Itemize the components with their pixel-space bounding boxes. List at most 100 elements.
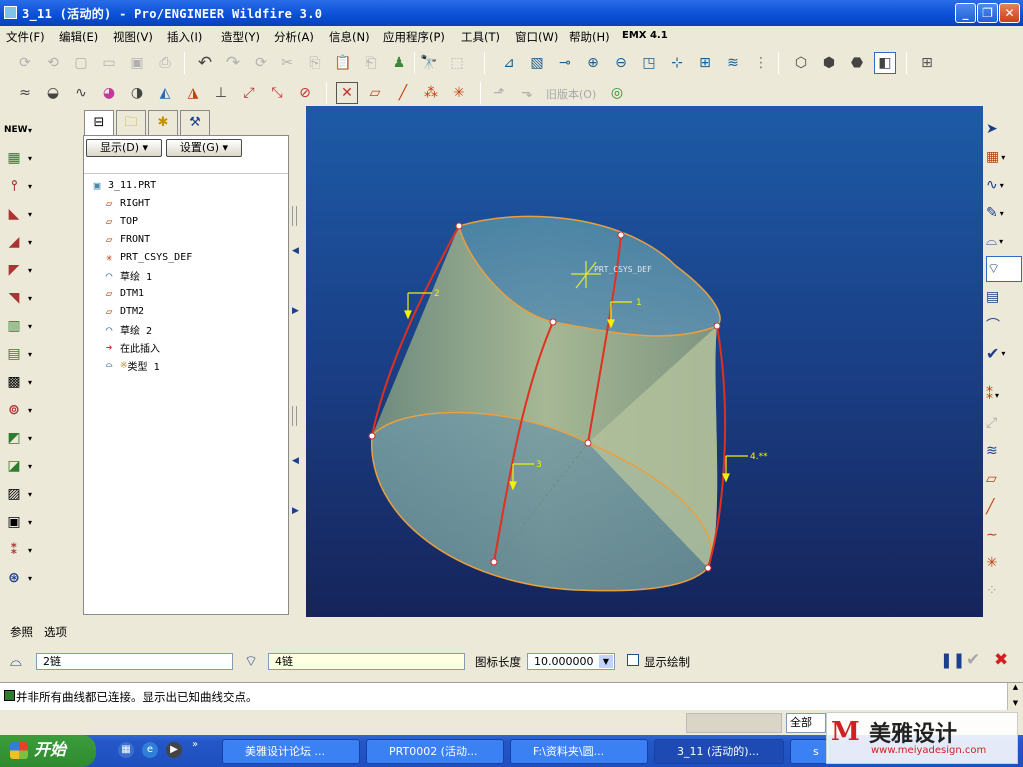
icon-length-input[interactable]: 10.000000 ▼ xyxy=(527,653,615,670)
point-tool-button[interactable]: ⁑ ▾ xyxy=(986,382,1022,408)
help-context-icon[interactable]: ◎ xyxy=(606,82,628,104)
sketch-tool-button[interactable]: ✎ ▾ xyxy=(986,200,1022,226)
repeat-icon[interactable]: ⟳ xyxy=(250,52,272,74)
datum-display-icon[interactable]: ⊞ xyxy=(916,52,938,74)
model-canvas[interactable]: PRT_CSYS_DEF 2 1 3 4.** xyxy=(306,106,983,617)
menu-insert[interactable]: 插入(I) xyxy=(167,29,202,45)
revolve-legacy-icon[interactable]: ⬎ xyxy=(516,82,538,104)
regen-manager-icon[interactable]: ⟲ xyxy=(42,52,64,74)
layers-icon[interactable]: ≋ xyxy=(722,52,744,74)
filter-select[interactable]: 全部 xyxy=(786,713,826,733)
new-file-icon[interactable]: ▢ xyxy=(70,52,92,74)
vertex-point[interactable] xyxy=(617,231,625,239)
message-scrollbar[interactable]: ▲ ▼ xyxy=(1007,683,1023,710)
reorient-icon[interactable]: ⊹ xyxy=(666,52,688,74)
menu-styling[interactable]: 造型(Y) xyxy=(221,29,260,45)
expand-right-icon[interactable]: ▶ xyxy=(292,506,299,516)
redo-icon[interactable]: ↷ xyxy=(222,52,244,74)
model-player-icon[interactable]: ♟ xyxy=(388,52,410,74)
mirror-tool-button[interactable]: ▩ ▾ xyxy=(4,370,42,394)
cut-icon[interactable]: ✂ xyxy=(276,52,298,74)
tree-item-front[interactable]: ▱ FRONT xyxy=(102,231,150,248)
curve-tool-button[interactable]: ∿ ▾ xyxy=(986,172,1022,198)
start-button[interactable]: 开始 xyxy=(0,735,96,767)
close-icon[interactable]: ✕ xyxy=(999,3,1020,23)
tree-item-sketch-1[interactable]: ⌒ 草绘 1 xyxy=(102,267,152,284)
draft-analysis-icon[interactable]: ◭ xyxy=(154,82,176,104)
tree-item-boundary-blend[interactable]: ⌓ ※ 类型 1 xyxy=(102,357,160,374)
menu-tools[interactable]: 工具(T) xyxy=(461,29,500,45)
media-icon[interactable]: ▶ xyxy=(166,742,182,758)
saved-analysis-icon[interactable]: ⤡ xyxy=(266,82,288,104)
datum-csys-button[interactable]: ✳ xyxy=(986,550,1022,576)
model-tree-settings-icon[interactable]: ⋮ xyxy=(750,52,772,74)
vertex-point[interactable] xyxy=(584,439,592,447)
csys-display-icon[interactable]: ✳ xyxy=(448,82,470,104)
pause-icon[interactable]: ❚❚ xyxy=(940,651,965,669)
boundary-tool-button[interactable]: ⌓ ▾ xyxy=(986,228,1022,254)
menu-info[interactable]: 信息(N) xyxy=(329,29,370,45)
settings-menu-button[interactable]: 设置(G) ▾ xyxy=(166,139,242,157)
chevron-more-icon[interactable]: » xyxy=(192,739,198,750)
slope-analysis-icon[interactable]: ◮ xyxy=(182,82,204,104)
first-direction-collector[interactable]: 2链 xyxy=(36,653,233,670)
tab-favorites[interactable]: ✱ xyxy=(148,110,178,136)
tab-connections[interactable]: ⚒ xyxy=(180,110,210,136)
merge-tool-button[interactable]: ⊚ ▾ xyxy=(4,398,42,422)
refit-icon[interactable]: ◳ xyxy=(638,52,660,74)
menu-file[interactable]: 文件(F) xyxy=(6,29,45,45)
axis-display-icon[interactable]: ╱ xyxy=(392,82,414,104)
point-display-icon[interactable]: ⁂ xyxy=(420,82,442,104)
gaussian-curvature-icon[interactable]: ◕ xyxy=(98,82,120,104)
vertex-point[interactable] xyxy=(368,432,376,440)
thicken-tool-button[interactable]: ▣ ▾ xyxy=(4,510,42,534)
curvature-analysis-icon[interactable]: ≈ xyxy=(14,82,36,104)
solidify-tool-button[interactable]: ⁑ ▾ xyxy=(4,538,42,562)
menu-applications[interactable]: 应用程序(P) xyxy=(383,29,445,45)
close-window-icon[interactable]: ✕ xyxy=(336,82,358,104)
print-icon[interactable]: ⎙ xyxy=(154,52,176,74)
vertex-point[interactable] xyxy=(455,222,463,230)
show-desktop-icon[interactable]: ▦ xyxy=(118,742,134,758)
task-prt0002-window[interactable]: PRT0002 (活动... xyxy=(366,739,504,764)
warp-tool-button[interactable]: ⊛ ▾ xyxy=(4,566,42,590)
dihedral-analysis-icon[interactable]: ⊥ xyxy=(210,82,232,104)
surface-tool-button[interactable]: ▤ xyxy=(986,284,1022,310)
expand-right-icon[interactable]: ▶ xyxy=(292,306,299,316)
menu-window[interactable]: 窗口(W) xyxy=(515,29,558,45)
draft-tool-button[interactable]: ◤ ▾ xyxy=(4,258,42,282)
collapse-left-icon[interactable]: ◀ xyxy=(292,246,299,256)
menu-analysis[interactable]: 分析(A) xyxy=(274,29,314,45)
shading-icon[interactable]: ◧ xyxy=(874,52,896,74)
analysis-feature-button[interactable]: ⁘ xyxy=(986,578,1022,604)
shell-tool-button[interactable]: ◥ ▾ xyxy=(4,286,42,310)
select-box-icon[interactable]: ⬚ xyxy=(446,52,468,74)
reflection-analysis-icon[interactable]: ◑ xyxy=(126,82,148,104)
plane-tool-button[interactable]: ▦ ▾ xyxy=(986,144,1022,170)
restore-icon[interactable]: ❐ xyxy=(977,3,998,23)
collapse-left-icon[interactable]: ◀ xyxy=(292,456,299,466)
select-tool-button[interactable]: ➤ xyxy=(986,116,1022,142)
view-manager-icon[interactable]: ⊞ xyxy=(694,52,716,74)
deviation-analysis-icon[interactable]: ⤢ xyxy=(238,82,260,104)
orient-icon[interactable]: ⊿ xyxy=(498,52,520,74)
regenerate-icon[interactable]: ⟳ xyxy=(14,52,36,74)
tab-reference[interactable]: 参照 xyxy=(10,624,33,640)
tab-folder-browser[interactable]: 🗀 xyxy=(116,110,146,136)
undo-icon[interactable]: ↶ xyxy=(194,52,216,74)
copy-icon[interactable]: ⎘ xyxy=(304,52,326,74)
find-icon[interactable]: 🔭 xyxy=(418,52,440,74)
style-tool-button[interactable]: ⌒ xyxy=(986,312,1022,338)
spin-center-icon[interactable]: ⊸ xyxy=(554,52,576,74)
tree-item-dtm2[interactable]: ▱ DTM2 xyxy=(102,303,144,320)
tree-item-top[interactable]: ▱ TOP xyxy=(102,213,138,230)
saved-views-icon[interactable]: ▧ xyxy=(526,52,548,74)
offset-tool-button[interactable]: ▨ ▾ xyxy=(4,482,42,506)
minimize-icon[interactable]: _ xyxy=(955,3,976,23)
menu-emx[interactable]: EMX 4.1 xyxy=(622,30,668,41)
tree-item-right[interactable]: ▱ RIGHT xyxy=(102,195,150,212)
vertex-point[interactable] xyxy=(704,564,712,572)
task-forum-window[interactable]: 美雅设计论坛 ... xyxy=(222,739,360,764)
no-hidden-icon[interactable]: ⬣ xyxy=(846,52,868,74)
save-icon[interactable]: ▣ xyxy=(126,52,148,74)
